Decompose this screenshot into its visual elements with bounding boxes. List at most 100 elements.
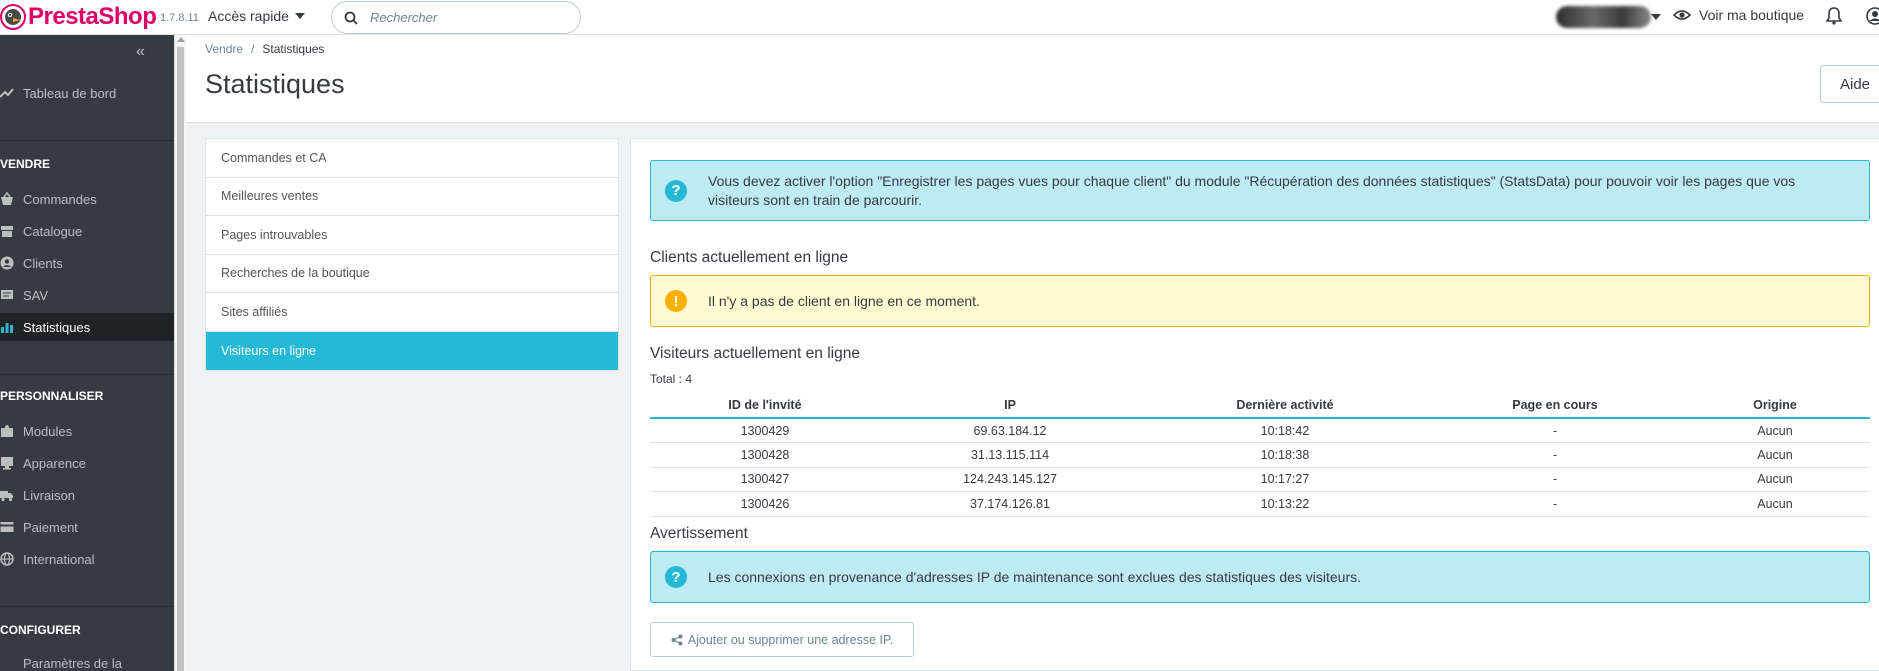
table-row: 1300428 31.13.115.114 10:18:38 - Aucun (650, 442, 1870, 468)
current-page-cell: - (1430, 418, 1680, 443)
sidebar-item-label: Tableau de bord (23, 85, 117, 101)
globe-icon (0, 552, 14, 566)
stats-menu-item-affiliates[interactable]: Sites affiliés (206, 293, 618, 332)
warning-section-title: Avertissement (650, 525, 748, 542)
sidebar-item-label: Paiement (23, 519, 78, 535)
stats-menu-item-online-visitors[interactable]: Visiteurs en ligne (206, 331, 618, 370)
sidebar-item-shipping[interactable]: Livraison (0, 481, 174, 509)
stats-menu-item-sales[interactable]: Commandes et CA (206, 139, 618, 178)
last-activity-cell: 10:18:42 (1140, 418, 1430, 443)
top-bar: PrestaShop 1.7.8.11 Accès rapide Voir ma… (0, 0, 1879, 35)
sidebar-item-label: Clients (23, 255, 63, 271)
guest-id-cell: 1300426 (650, 491, 880, 517)
scroll-up-arrow-icon[interactable] (177, 37, 185, 42)
puffin-logo-icon (0, 4, 26, 30)
manage-ip-button[interactable]: Ajouter ou supprimer une adresse IP. (650, 622, 914, 657)
account-icon[interactable] (1866, 7, 1879, 25)
divider (0, 140, 174, 141)
sidebar-item-international[interactable]: International (0, 545, 174, 573)
sidebar-item-label: Commandes (23, 191, 97, 207)
origin-cell: Aucun (1680, 491, 1870, 517)
sidebar-item-statistics[interactable]: Statistiques (0, 313, 174, 341)
sidebar-item-customers[interactable]: Clients (0, 249, 174, 277)
sidebar: « Tableau de bord VENDRE Commandes Catal… (0, 35, 174, 671)
section-sell: VENDRE (0, 157, 51, 171)
page-header: Vendre / Statistiques Statistiques Aide (186, 35, 1879, 123)
quick-access-menu[interactable]: Accès rapide (208, 8, 305, 24)
origin-cell: Aucun (1680, 442, 1870, 468)
current-page-cell: - (1430, 442, 1680, 468)
search-icon (344, 11, 358, 25)
eye-icon (1673, 10, 1691, 20)
table-row: 1300429 69.63.184.12 10:18:42 - Aucun (650, 418, 1870, 443)
sidebar-item-dashboard[interactable]: Tableau de bord (0, 79, 174, 107)
sidebar-item-settings[interactable]: Paramètres de la (0, 649, 174, 671)
exclamation-circle-icon: ! (665, 290, 687, 312)
employee-name-blurred[interactable] (1556, 6, 1651, 28)
notifications-bell-icon[interactable] (1826, 7, 1842, 25)
search-bar[interactable] (331, 1, 581, 34)
origin-cell: Aucun (1680, 418, 1870, 443)
view-shop-link[interactable]: Voir ma boutique (1673, 7, 1804, 23)
scrollbar-thumb[interactable] (177, 47, 184, 671)
column-header: Origine (1680, 392, 1870, 419)
warning-alert-text: Il n'y a pas de client en ligne en ce mo… (708, 292, 980, 309)
table-header-row: ID de l'invité IP Dernière activité Page… (650, 392, 1870, 419)
chat-icon (1, 290, 13, 299)
sidebar-item-label: Livraison (23, 487, 76, 503)
sidebar-item-orders[interactable]: Commandes (0, 185, 174, 213)
sidebar-item-payment[interactable]: Paiement (0, 513, 174, 541)
prestashop-logo[interactable]: PrestaShop (0, 3, 157, 31)
column-header: Dernière activité (1140, 392, 1430, 419)
column-header: ID de l'invité (650, 392, 880, 419)
collapse-sidebar-icon[interactable]: « (136, 43, 145, 61)
sidebar-item-support[interactable]: SAV (0, 281, 174, 309)
chevron-down-icon (294, 13, 305, 19)
last-activity-cell: 10:17:27 (1140, 467, 1430, 492)
sidebar-item-label: Statistiques (23, 319, 91, 335)
stats-menu-item-shop-searches[interactable]: Recherches de la boutique (206, 255, 618, 293)
divider (0, 606, 174, 607)
credit-card-icon (0, 522, 14, 532)
version-label: 1.7.8.11 (160, 12, 199, 24)
table-row: 1300427 124.243.145.127 10:17:27 - Aucun (650, 467, 1870, 492)
sidebar-item-label: Apparence (23, 455, 86, 471)
info-alert-text: Vous devez activer l'option "Enregistrer… (708, 172, 1796, 208)
sidebar-item-catalog[interactable]: Catalogue (0, 217, 174, 245)
employee-menu-chevron-icon[interactable] (1651, 14, 1661, 20)
sidebar-scrollbar[interactable] (174, 35, 186, 671)
sidebar-item-label: Catalogue (23, 223, 83, 239)
stats-menu-item-best-sales[interactable]: Meilleures ventes (206, 178, 618, 216)
shopping-basket-icon (1, 192, 13, 205)
table-row: 1300426 37.174.126.81 10:13:22 - Aucun (650, 491, 1870, 517)
store-icon (1, 226, 13, 237)
customers-online-title: Clients actuellement en ligne (650, 249, 849, 266)
maintenance-alert-text: Les connexions en provenance d'adresses … (708, 568, 1362, 585)
sidebar-item-modules[interactable]: Modules (0, 417, 174, 445)
ip-cell: 124.243.145.127 (880, 467, 1140, 492)
column-header: Page en cours (1430, 392, 1680, 419)
help-button[interactable]: Aide (1820, 65, 1879, 103)
column-header: IP (880, 392, 1140, 419)
sidebar-item-label: Modules (23, 423, 73, 439)
breadcrumb-parent[interactable]: Vendre (205, 42, 243, 56)
page-title: Statistiques (205, 69, 345, 99)
info-alert-maintenance: ? Les connexions en provenance d'adresse… (650, 551, 1870, 603)
breadcrumb-separator: / (251, 42, 255, 56)
truck-icon (0, 491, 13, 502)
visitors-total: Total : 4 (650, 372, 693, 386)
ip-cell: 69.63.184.12 (880, 418, 1140, 443)
divider (0, 374, 174, 375)
stats-menu-item-404-pages[interactable]: Pages introuvables (206, 216, 618, 255)
settings-icon (0, 656, 14, 670)
last-activity-cell: 10:18:38 (1140, 442, 1430, 468)
sidebar-item-label: International (23, 551, 95, 567)
search-input[interactable] (370, 10, 550, 25)
sidebar-item-appearance[interactable]: Apparence (0, 449, 174, 477)
origin-cell: Aucun (1680, 467, 1870, 492)
info-alert-statsdata: ? Vous devez activer l'option "Enregistr… (650, 160, 1870, 221)
current-page-cell: - (1430, 491, 1680, 517)
guest-id-cell: 1300427 (650, 467, 880, 492)
breadcrumb-current: Statistiques (262, 42, 325, 56)
bar-chart-icon (1, 323, 13, 333)
